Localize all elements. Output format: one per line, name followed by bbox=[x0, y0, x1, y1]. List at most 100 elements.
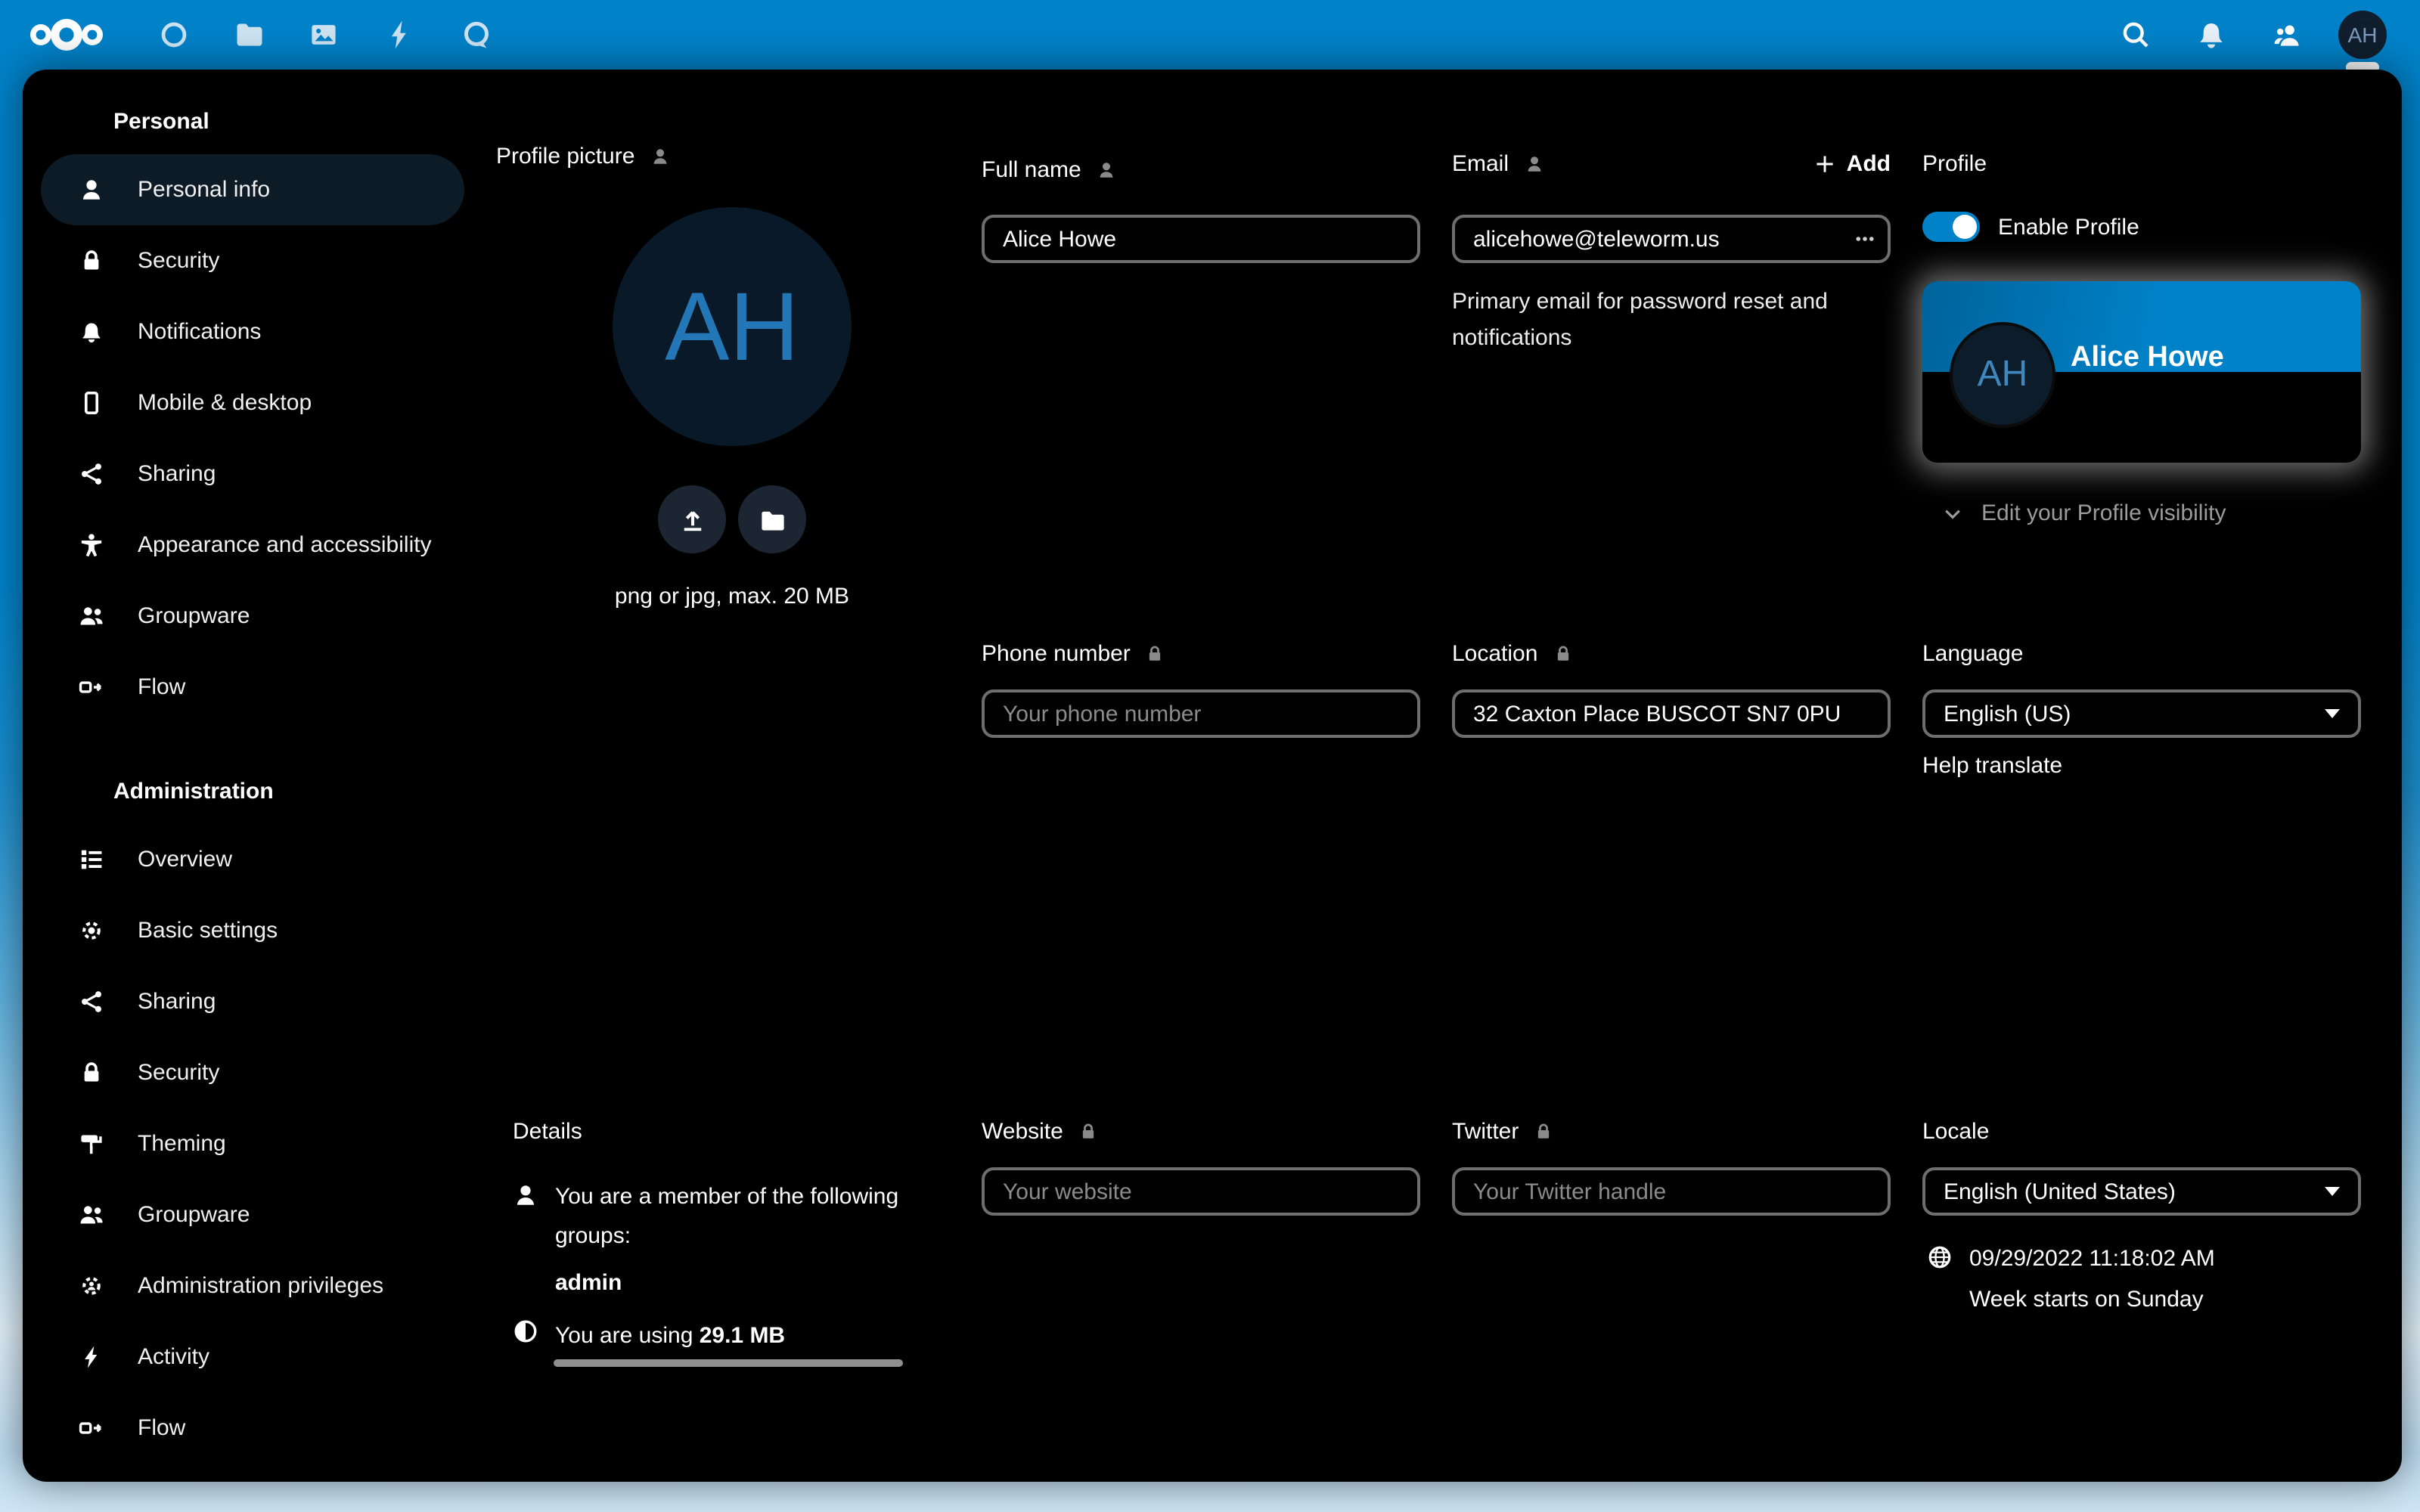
sidebar-item-overview[interactable]: Overview bbox=[23, 824, 476, 895]
profile-preview-card[interactable]: Alice Howe AH bbox=[1922, 281, 2361, 463]
email-input-wrap bbox=[1452, 215, 1891, 263]
mobile-icon bbox=[79, 390, 104, 416]
plus-icon bbox=[1815, 153, 1835, 173]
sidebar-item-sharing[interactable]: Sharing bbox=[23, 438, 476, 510]
phone-label-row: Phone number bbox=[982, 637, 1165, 670]
locale-select[interactable]: English (United States) bbox=[1922, 1167, 2361, 1216]
scope-person-icon[interactable] bbox=[1524, 153, 1544, 173]
language-select[interactable]: English (US) bbox=[1922, 689, 2361, 738]
user-avatar[interactable]: AH bbox=[2338, 11, 2387, 59]
scope-person-icon[interactable] bbox=[1097, 160, 1116, 179]
sidebar-item-groupware[interactable]: Groupware bbox=[23, 581, 476, 652]
locale-label-row: Locale bbox=[1922, 1114, 1989, 1148]
language-label-row: Language bbox=[1922, 637, 2024, 670]
full-name-label-row: Full name bbox=[982, 153, 1116, 186]
lightning-icon bbox=[79, 1344, 104, 1370]
toggle-knob bbox=[1953, 215, 1977, 239]
twitter-input[interactable] bbox=[1452, 1167, 1891, 1216]
upload-icon bbox=[678, 506, 706, 533]
talk-app-icon[interactable] bbox=[455, 14, 498, 56]
search-icon[interactable] bbox=[2114, 14, 2157, 56]
notifications-bell-icon[interactable] bbox=[2190, 14, 2232, 56]
enable-profile-label: Enable Profile bbox=[1998, 214, 2139, 240]
flow-icon bbox=[79, 1415, 104, 1441]
profile-card-avatar: AH bbox=[1950, 322, 2055, 428]
nextcloud-logo-icon[interactable] bbox=[24, 12, 118, 65]
scope-lock-icon[interactable] bbox=[1146, 643, 1165, 663]
select-caret-icon bbox=[2325, 1187, 2340, 1196]
lock-icon bbox=[79, 1060, 104, 1086]
overview-list-icon bbox=[79, 847, 104, 872]
photos-app-icon[interactable] bbox=[302, 14, 345, 56]
location-label-row: Location bbox=[1452, 637, 1572, 670]
sidebar-item-mobile-desktop[interactable]: Mobile & desktop bbox=[23, 367, 476, 438]
quota-usage-text: You are using 29.1 MB bbox=[555, 1317, 785, 1356]
enable-profile-toggle-row[interactable]: Enable Profile bbox=[1922, 212, 2139, 242]
full-name-input[interactable] bbox=[982, 215, 1420, 263]
phone-input[interactable] bbox=[982, 689, 1420, 738]
sidebar-administration-heading: Administration bbox=[113, 779, 476, 809]
sidebar-item-admin-talk[interactable]: Talk bbox=[23, 1464, 476, 1482]
sidebar-item-appearance-accessibility[interactable]: Appearance and accessibility bbox=[23, 510, 476, 581]
files-app-icon[interactable] bbox=[228, 14, 271, 56]
sidebar-item-admin-sharing[interactable]: Sharing bbox=[23, 966, 476, 1037]
profile-heading: Profile bbox=[1922, 147, 1987, 180]
sidebar-item-admin-security[interactable]: Security bbox=[23, 1037, 476, 1108]
sidebar-item-notifications[interactable]: Notifications bbox=[23, 296, 476, 367]
group-icon bbox=[79, 603, 104, 629]
scope-person-icon[interactable] bbox=[650, 146, 669, 166]
person-icon bbox=[79, 177, 104, 203]
sidebar-item-personal-info[interactable]: Personal info bbox=[23, 154, 476, 225]
scope-lock-icon[interactable] bbox=[1078, 1121, 1098, 1141]
help-translate-link[interactable]: Help translate bbox=[1922, 753, 2062, 779]
locale-week-start: Week starts on Sunday bbox=[1969, 1281, 2204, 1320]
sidebar-item-basic-settings[interactable]: Basic settings bbox=[23, 895, 476, 966]
sidebar-item-security[interactable]: Security bbox=[23, 225, 476, 296]
twitter-label-row: Twitter bbox=[1452, 1114, 1553, 1148]
enable-profile-toggle[interactable] bbox=[1922, 212, 1980, 242]
top-header-bar: AH bbox=[0, 0, 2420, 70]
locale-datetime: 09/29/2022 11:18:02 AM bbox=[1969, 1240, 2215, 1279]
quota-progressbar bbox=[554, 1359, 903, 1367]
sidebar-item-flow[interactable]: Flow bbox=[23, 652, 476, 723]
details-heading: Details bbox=[513, 1114, 582, 1148]
scope-lock-icon[interactable] bbox=[1534, 1121, 1553, 1141]
profile-picture-initials: AH bbox=[665, 271, 799, 383]
bell-icon bbox=[79, 319, 104, 345]
sidebar-personal-heading: Personal bbox=[113, 109, 476, 139]
select-caret-icon bbox=[2325, 709, 2340, 718]
dashboard-app-icon[interactable] bbox=[153, 14, 195, 56]
sidebar-item-theming[interactable]: Theming bbox=[23, 1108, 476, 1179]
email-label-row: Email Add bbox=[1452, 147, 1891, 180]
sidebar-item-admin-activity[interactable]: Activity bbox=[23, 1321, 476, 1393]
profile-picture-heading: Profile picture bbox=[496, 139, 669, 172]
accessibility-icon bbox=[79, 532, 104, 558]
group-membership-text: You are a member of the following groups… bbox=[555, 1178, 906, 1256]
add-email-button[interactable]: Add bbox=[1815, 150, 1891, 176]
folder-icon bbox=[759, 506, 786, 533]
contacts-icon[interactable] bbox=[2266, 14, 2308, 56]
profile-picture-avatar: AH bbox=[613, 207, 852, 446]
profile-card-name: Alice Howe bbox=[2071, 342, 2224, 375]
user-avatar-initials: AH bbox=[2348, 23, 2378, 47]
choose-from-files-button[interactable] bbox=[738, 485, 806, 553]
scope-lock-icon[interactable] bbox=[1553, 643, 1572, 663]
email-actions-icon[interactable] bbox=[1854, 228, 1876, 249]
email-helper-text: Primary email for password reset and not… bbox=[1452, 284, 1863, 357]
website-input[interactable] bbox=[982, 1167, 1420, 1216]
activity-app-icon[interactable] bbox=[378, 14, 420, 56]
share-icon bbox=[79, 989, 104, 1015]
paint-roller-icon bbox=[79, 1131, 104, 1157]
location-input[interactable] bbox=[1452, 689, 1891, 738]
flow-icon bbox=[79, 674, 104, 700]
sidebar-item-admin-groupware[interactable]: Groupware bbox=[23, 1179, 476, 1250]
sidebar-item-admin-flow[interactable]: Flow bbox=[23, 1393, 476, 1464]
profile-picture-hint: png or jpg, max. 20 MB bbox=[520, 584, 944, 609]
upload-avatar-button[interactable] bbox=[658, 485, 726, 553]
email-input[interactable] bbox=[1452, 215, 1891, 263]
admin-gear-icon bbox=[79, 1273, 104, 1299]
sidebar-item-administration-privileges[interactable]: Administration privileges bbox=[23, 1250, 476, 1321]
group-name: admin bbox=[555, 1264, 622, 1303]
member-person-icon bbox=[513, 1182, 538, 1216]
edit-profile-visibility[interactable]: Edit your Profile visibility bbox=[1942, 500, 2226, 526]
